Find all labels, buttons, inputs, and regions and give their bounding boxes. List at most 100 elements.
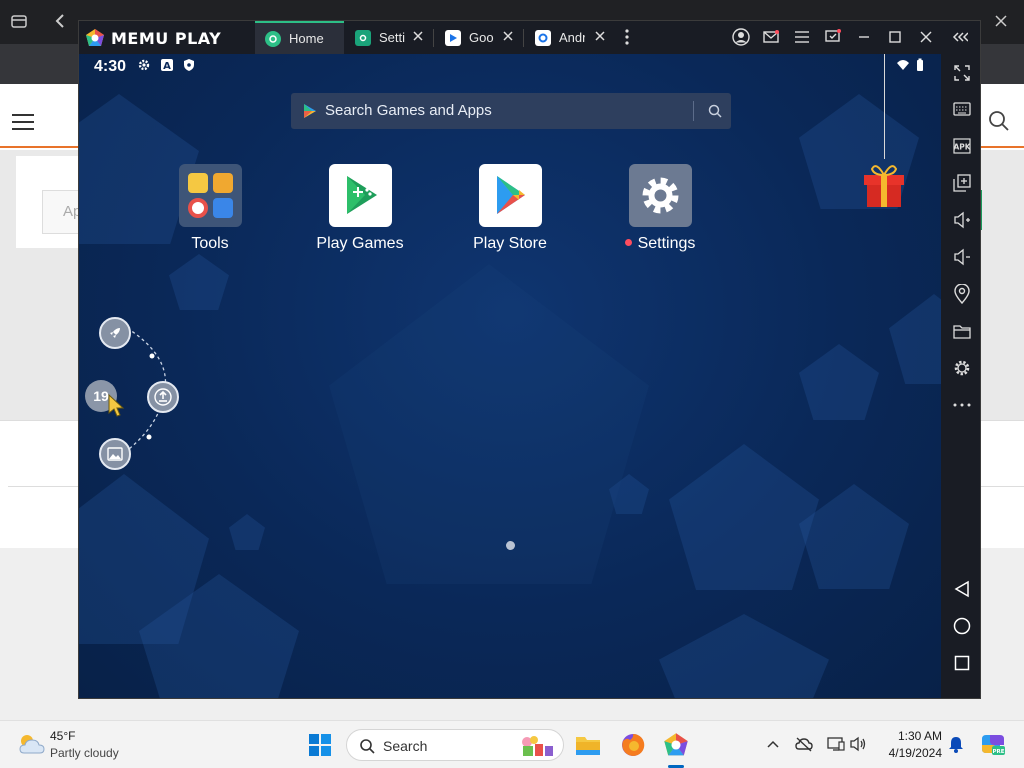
play-store-icon [478,164,542,227]
memu-logo: MEMU PLAY [85,27,221,49]
speaker-icon[interactable] [850,735,868,753]
tab-home[interactable]: Home [255,21,344,54]
more-horizontal-icon[interactable] [951,394,972,415]
folder-icon[interactable] [951,320,972,341]
gift-icon[interactable] [862,157,906,209]
font-a-icon: A [161,59,173,72]
clock-date[interactable]: 4/19/2024 [870,746,942,760]
memu-taskbar-icon[interactable] [660,729,692,761]
weather-icon[interactable] [16,731,46,757]
search-highlight-icon [522,736,553,756]
app-label: Tools [191,235,229,252]
weather-desc[interactable]: Partly cloudy [50,746,119,760]
close-tab-icon[interactable] [411,29,425,43]
windows-start-icon[interactable] [304,729,336,761]
android-settings-tab-icon [535,29,551,46]
fullscreen-icon[interactable] [951,62,972,83]
page-indicator [506,541,515,550]
background-shape [329,264,649,584]
mail-icon[interactable] [761,27,781,47]
collapse-sidebar-icon[interactable] [950,27,970,47]
android-back-icon[interactable] [951,578,972,599]
tab-overview-icon[interactable] [10,12,28,30]
account-icon[interactable] [731,27,751,47]
search-placeholder: Search Games and Apps [325,102,492,119]
chevron-up-icon[interactable] [764,735,782,753]
tab-google[interactable]: Goo [435,21,521,54]
app-label: Play Store [473,235,547,252]
volume-down-icon[interactable] [951,246,972,267]
play-store-icon [304,104,316,118]
app-settings[interactable]: Settings [605,164,715,253]
settings-tab-icon [355,29,371,46]
display-icon[interactable] [827,735,845,753]
notification-bell-icon[interactable] [947,735,965,753]
close-tab-icon[interactable] [593,29,607,43]
divider [693,101,694,121]
app-tools[interactable]: Tools [155,164,265,253]
close-tab-icon[interactable] [501,29,515,43]
shield-icon [184,59,194,71]
taskbar-search[interactable]: Search [346,729,564,761]
background-shape [799,344,879,420]
menu-icon[interactable] [792,27,812,47]
file-explorer-icon[interactable] [572,729,604,761]
minimize-icon[interactable] [854,27,874,47]
copilot-icon[interactable]: PRE [980,731,1006,757]
tab-settings[interactable]: Setti [345,21,431,54]
gear-icon [138,59,150,71]
close-icon[interactable] [916,27,936,47]
tab-label: Andr [559,30,585,45]
memu-logo-icon [86,29,104,46]
search-icon[interactable] [988,110,1010,132]
apk-icon[interactable]: APK [951,135,972,156]
android-home-icon[interactable] [951,615,972,636]
cursor-icon [108,394,125,417]
android-recents-icon[interactable] [951,652,972,673]
upload-button[interactable] [147,381,179,413]
tab-label: Goo [469,30,494,45]
settings-icon [628,164,692,227]
keyboard-icon[interactable] [951,98,972,119]
weather-temp[interactable]: 45°F [50,729,75,743]
home-tab-icon [265,30,281,47]
location-icon[interactable] [951,283,972,304]
svg-text:APK: APK [953,142,971,151]
background-shape [669,444,819,590]
cloud-off-icon[interactable] [795,735,813,753]
gift-string [884,54,885,159]
rocket-icon [110,328,120,338]
search-icon [360,739,375,754]
tools-folder-icon [178,164,242,227]
clock-time[interactable]: 1:30 AM [870,729,942,743]
emulator-sidebar: APK [941,54,980,698]
more-vertical-icon[interactable] [617,27,637,47]
app-play-store[interactable]: Play Store [455,164,565,253]
gallery-button[interactable] [99,438,131,470]
memu-window: MEMU PLAY Home Setti Goo Andr 4:30 A Sea… [78,20,981,699]
tab-android[interactable]: Andr [525,21,613,54]
chevron-left-icon[interactable] [52,12,70,30]
memu-title-bar: MEMU PLAY Home Setti Goo Andr [79,21,980,54]
screen-cast-icon[interactable] [823,27,843,47]
image-icon [107,447,123,461]
volume-up-icon[interactable] [951,209,972,230]
firefox-icon[interactable] [617,729,649,761]
multi-instance-icon[interactable] [951,172,972,193]
rocket-button[interactable] [99,317,131,349]
tab-separator [523,29,524,47]
battery-icon [917,58,923,71]
close-icon[interactable] [992,12,1010,30]
hamburger-menu-icon[interactable] [12,114,34,135]
search-bar[interactable]: Search Games and Apps [291,93,731,129]
android-status-bar: 4:30 A [79,54,941,78]
play-tab-icon [445,29,461,46]
app-label: Play Games [316,235,404,252]
search-icon[interactable] [707,103,723,119]
gear-icon[interactable] [951,357,972,378]
app-play-games[interactable]: Play Games [305,164,415,253]
upload-icon [154,388,172,406]
android-screen[interactable]: 4:30 A Search Games and Apps Tools Play … [79,54,941,698]
background-shape [659,614,829,698]
maximize-icon[interactable] [885,27,905,47]
